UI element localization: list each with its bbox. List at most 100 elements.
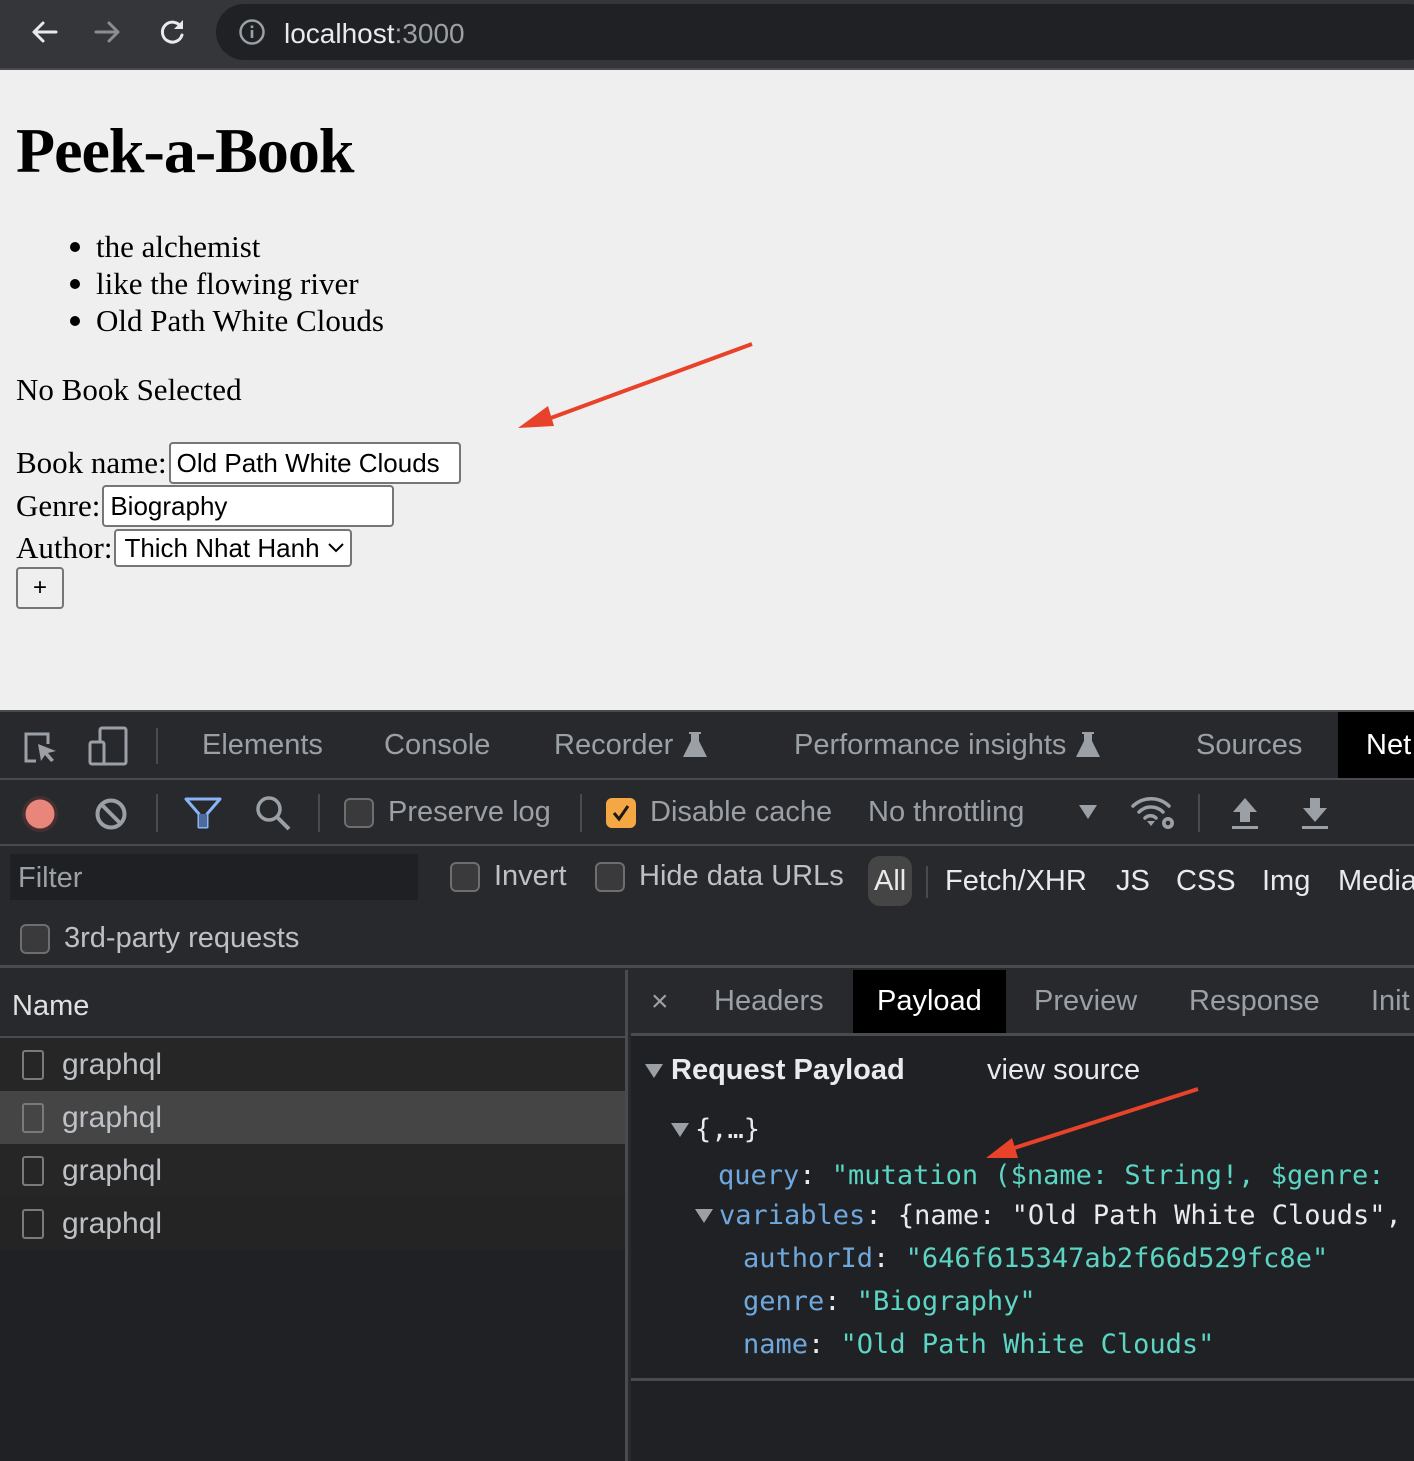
book-list-item[interactable]: Old Path White Clouds xyxy=(70,302,384,339)
page-title: Peek-a-Book xyxy=(16,115,354,186)
checkbox[interactable] xyxy=(595,861,625,892)
address-bar[interactable]: localhost:3000 xyxy=(216,4,1414,60)
book-list-item[interactable]: like the flowing river xyxy=(70,265,384,302)
payload-query-line: query: "mutation ($name: String!, $genre… xyxy=(718,1160,1385,1191)
payload-field: genre: "Biography" xyxy=(743,1286,1036,1317)
payload-variables-line[interactable]: variables: {name: "Old Path White Clouds… xyxy=(695,1200,1402,1231)
tab-response[interactable]: Response xyxy=(1189,970,1320,1033)
experiment-flask-icon xyxy=(683,732,708,757)
back-button[interactable] xyxy=(26,14,62,50)
preserve-log-checkbox[interactable]: Preserve log xyxy=(344,796,551,829)
author-selected-value: Thich Nhat Hanh xyxy=(124,532,320,563)
author-select[interactable]: Thich Nhat Hanh xyxy=(114,529,352,567)
import-har-icon[interactable] xyxy=(1230,796,1260,830)
document-icon xyxy=(22,1208,44,1239)
forward-icon xyxy=(94,21,120,43)
book-name-input[interactable]: Old Path White Clouds xyxy=(168,442,461,484)
detail-tabbar: × Headers Payload Preview Response Init xyxy=(631,970,1414,1036)
device-toolbar-icon[interactable] xyxy=(88,726,128,766)
genre-label: Genre: xyxy=(16,488,101,523)
request-detail-panel: × Headers Payload Preview Response Init … xyxy=(631,970,1414,1461)
request-row[interactable]: graphql xyxy=(0,1197,625,1250)
close-icon[interactable]: × xyxy=(651,970,669,1033)
tab-headers[interactable]: Headers xyxy=(714,970,824,1033)
forward-button[interactable] xyxy=(90,14,126,50)
type-filter-js[interactable]: JS xyxy=(1116,856,1150,906)
document-icon xyxy=(22,1049,44,1080)
chevron-down-icon xyxy=(327,543,344,553)
document-icon xyxy=(22,1102,44,1133)
genre-input[interactable]: Biography xyxy=(102,485,395,527)
tab-sources[interactable]: Sources xyxy=(1196,712,1302,778)
annotation-arrow-form xyxy=(518,342,753,428)
annotation-arrow-query xyxy=(986,1087,1199,1158)
checkbox[interactable] xyxy=(20,923,50,954)
divider xyxy=(926,866,928,898)
network-toolbar: Preserve log Disable cache No throttling xyxy=(0,780,1414,846)
clear-icon[interactable] xyxy=(94,797,128,831)
divider xyxy=(580,794,582,832)
dropdown-triangle-icon[interactable] xyxy=(1078,804,1098,820)
request-row[interactable]: graphql xyxy=(0,1144,625,1197)
reload-button[interactable] xyxy=(154,14,190,50)
requests-list: Name graphql graphql graphql graphql xyxy=(0,970,628,1461)
type-filter-fetch-xhr[interactable]: Fetch/XHR xyxy=(945,856,1087,906)
expand-triangle-icon[interactable] xyxy=(695,1208,713,1223)
expand-triangle-icon[interactable] xyxy=(671,1122,689,1137)
tab-console[interactable]: Console xyxy=(384,712,490,778)
browser-toolbar: localhost:3000 xyxy=(0,0,1414,70)
type-filter-css[interactable]: CSS xyxy=(1176,856,1236,906)
filter-icon[interactable] xyxy=(184,796,222,830)
view-source-link[interactable]: view source xyxy=(987,1054,1140,1087)
throttling-select[interactable]: No throttling xyxy=(868,796,1024,829)
checkbox[interactable] xyxy=(450,861,480,892)
back-icon xyxy=(32,21,58,43)
checkbox-checked[interactable] xyxy=(606,797,636,828)
book-list: the alchemist like the flowing river Old… xyxy=(70,228,384,339)
page-viewport: Peek-a-Book the alchemist like the flowi… xyxy=(0,70,1414,710)
tab-preview[interactable]: Preview xyxy=(1034,970,1137,1033)
record-icon[interactable] xyxy=(20,794,60,834)
tab-payload[interactable]: Payload xyxy=(853,970,1006,1033)
book-list-item[interactable]: the alchemist xyxy=(70,228,384,265)
query-key: query xyxy=(718,1160,800,1191)
request-row[interactable]: graphql xyxy=(0,1038,625,1091)
devtools-panel: Elements Console Recorder Performance in… xyxy=(0,710,1414,1461)
request-row-selected[interactable]: graphql xyxy=(0,1091,625,1144)
third-party-checkbox[interactable]: 3rd-party requests xyxy=(20,922,299,955)
divider xyxy=(156,794,158,832)
type-filter-media[interactable]: Media xyxy=(1338,856,1414,906)
reload-icon xyxy=(160,20,184,44)
invert-checkbox[interactable]: Invert xyxy=(450,860,567,893)
type-filter-all[interactable]: All xyxy=(868,856,913,906)
tab-elements[interactable]: Elements xyxy=(202,712,323,778)
inspect-element-icon[interactable] xyxy=(22,730,60,764)
add-book-button[interactable]: + xyxy=(16,567,64,609)
devtools-tabbar: Elements Console Recorder Performance in… xyxy=(0,710,1414,780)
export-har-icon[interactable] xyxy=(1300,796,1330,830)
book-name-label: Book name: xyxy=(16,445,167,480)
tab-initiator[interactable]: Init xyxy=(1371,970,1410,1033)
hide-data-urls-checkbox[interactable]: Hide data URLs xyxy=(595,860,844,893)
column-header-name[interactable]: Name xyxy=(0,970,625,1038)
tab-network[interactable]: Net xyxy=(1338,712,1414,778)
divider xyxy=(631,1378,1414,1381)
url-text: localhost:3000 xyxy=(284,18,465,49)
disable-cache-checkbox[interactable]: Disable cache xyxy=(606,796,832,829)
variables-summary: {name: "Old Path White Clouds", xyxy=(897,1200,1402,1231)
book-name-row: Book name: Old Path White Clouds xyxy=(16,442,461,484)
tab-recorder[interactable]: Recorder xyxy=(554,712,708,778)
info-icon[interactable] xyxy=(238,18,266,46)
filter-input[interactable]: Filter xyxy=(10,854,418,900)
payload-root[interactable]: {,…} xyxy=(671,1114,760,1145)
genre-row: Genre: Biography xyxy=(16,485,395,527)
type-filter-img[interactable]: Img xyxy=(1262,856,1310,906)
checkbox[interactable] xyxy=(344,797,374,828)
expand-triangle-icon[interactable] xyxy=(645,1063,663,1078)
tab-performance-insights[interactable]: Performance insights xyxy=(794,712,1101,778)
search-icon[interactable] xyxy=(254,794,292,832)
request-payload-header[interactable]: Request Payload xyxy=(645,1054,905,1087)
network-conditions-icon[interactable] xyxy=(1130,794,1178,832)
variables-key: variables xyxy=(719,1200,866,1231)
filter-bar: Filter Invert Hide data URLs All Fetch/X… xyxy=(0,846,1414,968)
